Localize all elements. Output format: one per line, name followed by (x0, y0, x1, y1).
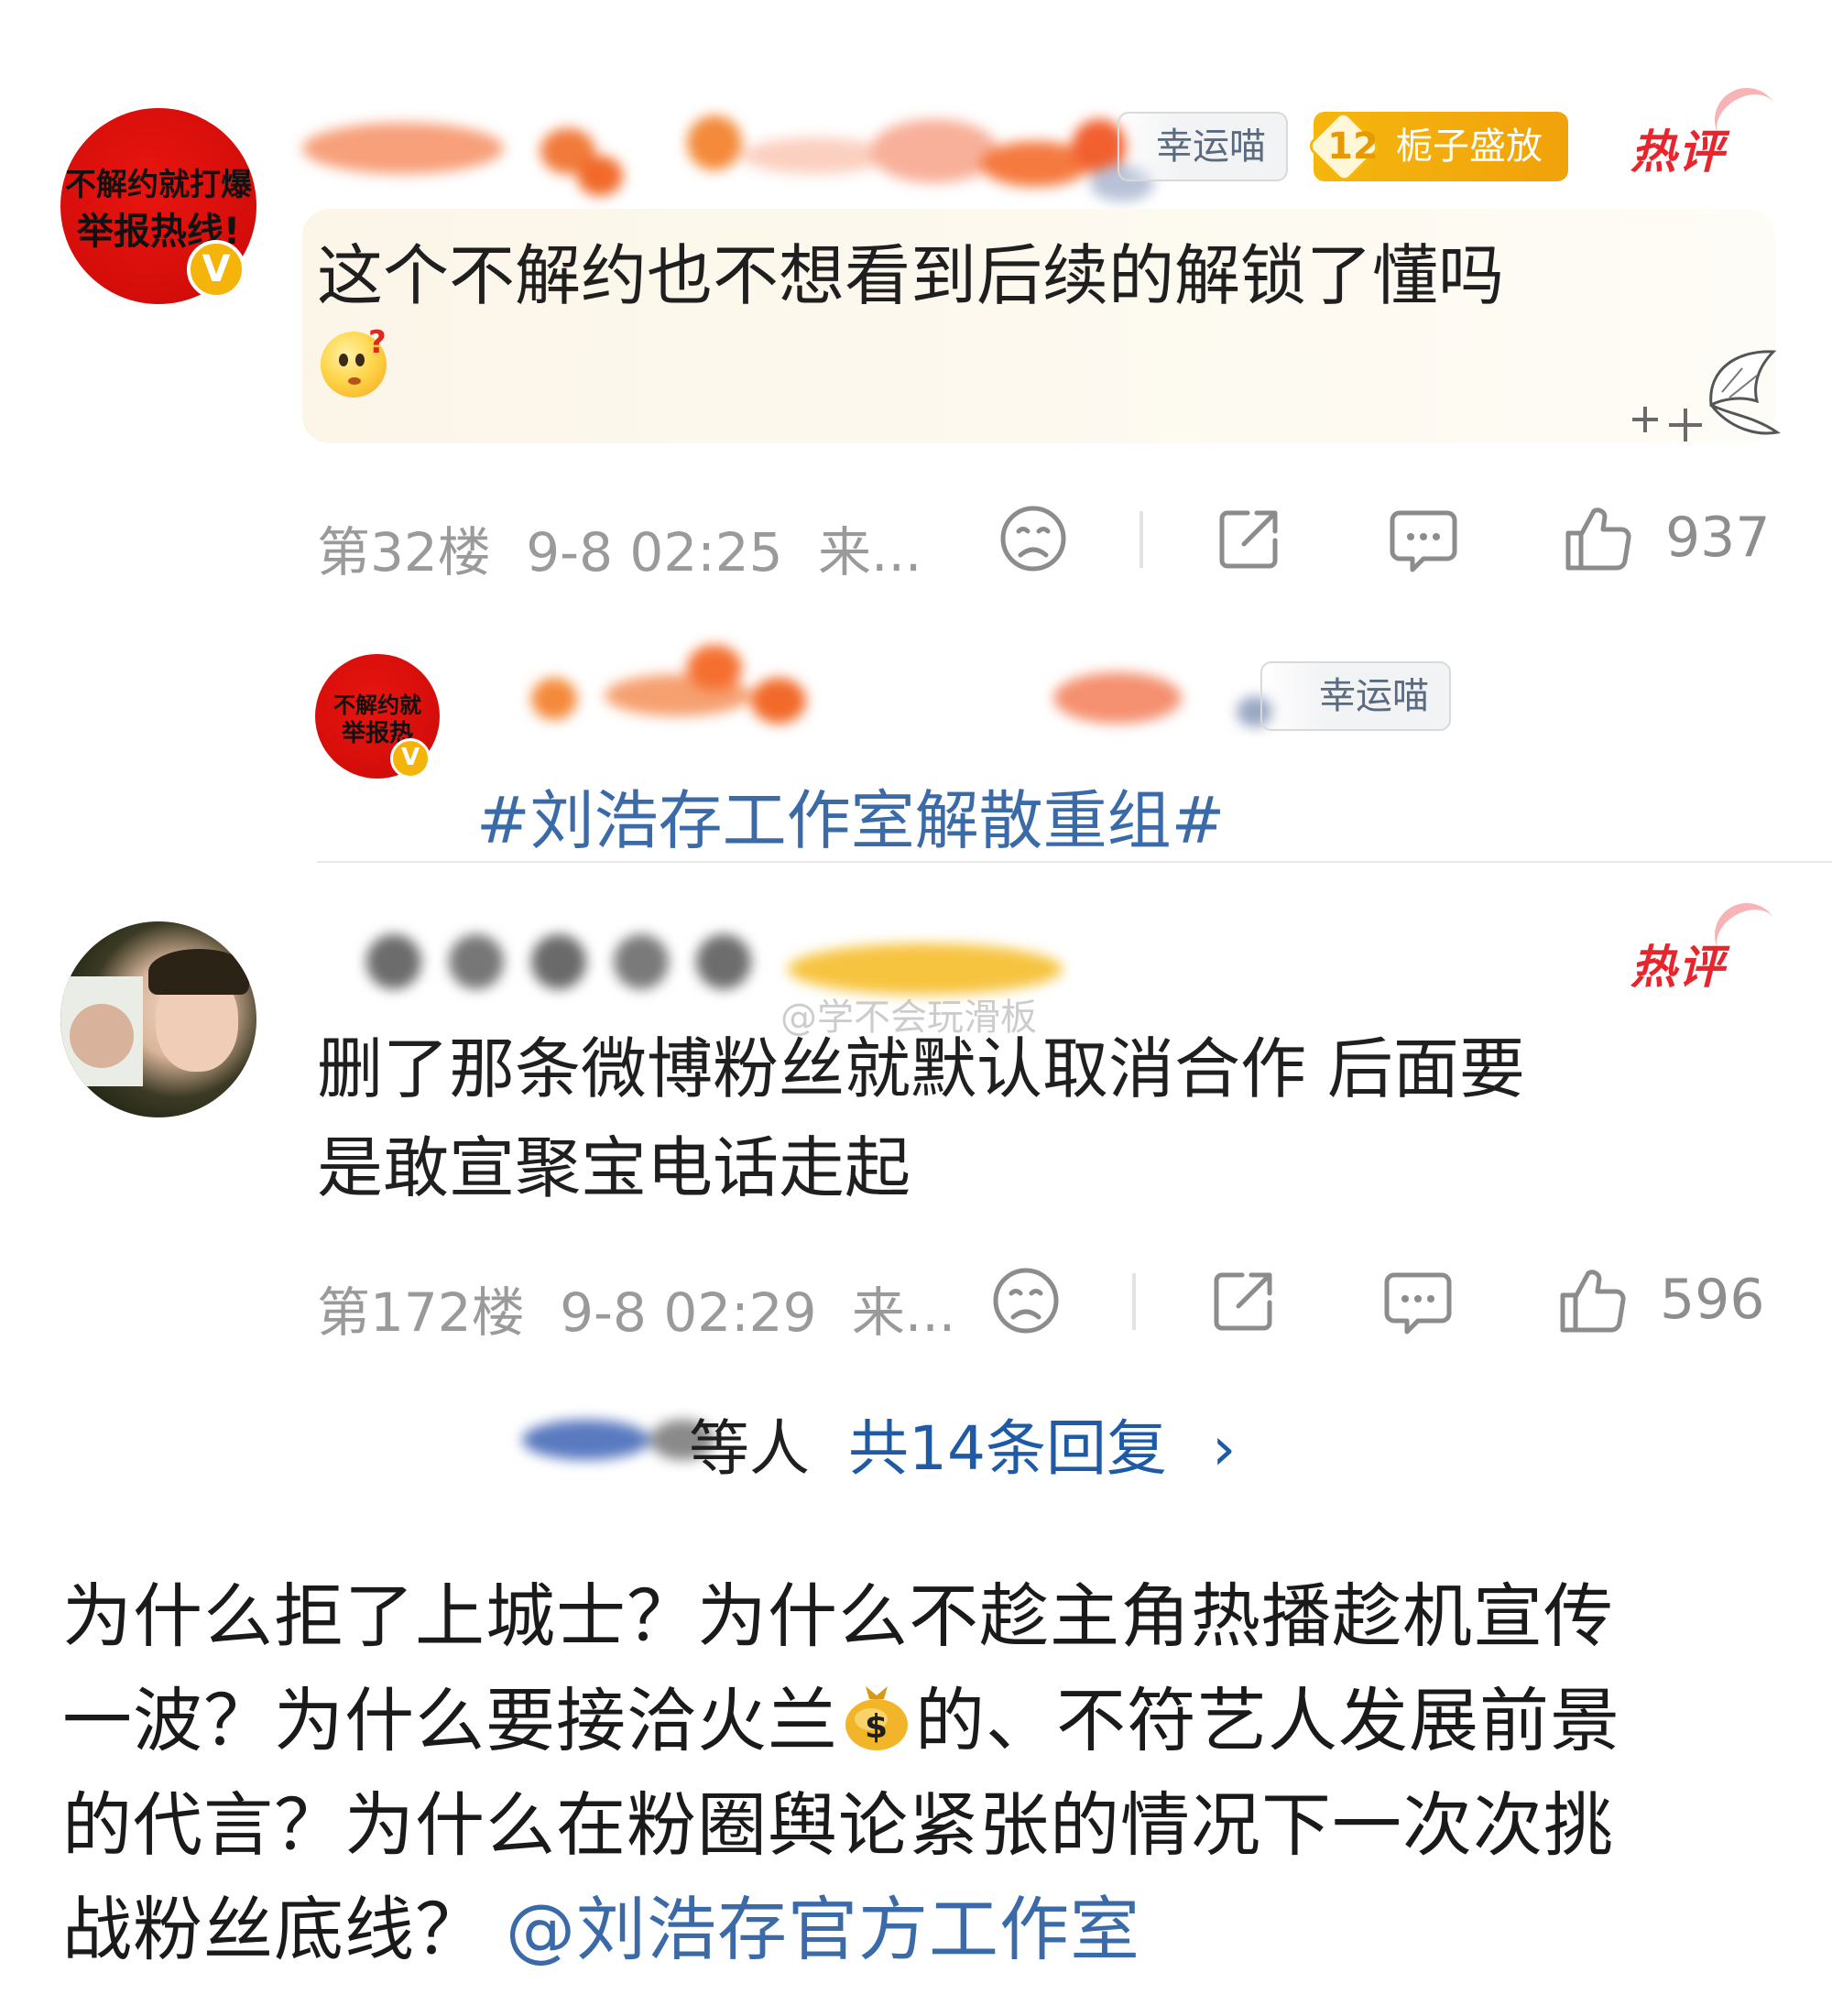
hot-comment-badge: 热评 (1630, 125, 1726, 179)
username-redacted[interactable] (266, 101, 1172, 202)
comment-source[interactable]: 来... (852, 1281, 955, 1344)
chevron-right-icon: › (1211, 1413, 1237, 1484)
svg-text:$: $ (865, 1708, 889, 1746)
topic-hashtag-link[interactable]: #刘浩存工作室解散重组# (476, 769, 1225, 862)
share-icon[interactable] (1215, 504, 1284, 573)
post-line: 战粉丝底线？ @刘浩存官方工作室 (62, 1878, 1140, 1982)
reply-count: 共14条回复 (848, 1413, 1167, 1484)
lucky-tag[interactable]: 幸运喵 (1260, 661, 1451, 731)
dislike-face-icon[interactable] (991, 1266, 1061, 1335)
like-count: 596 (1660, 1268, 1765, 1332)
avatar[interactable] (60, 921, 256, 1117)
divider (1132, 1273, 1136, 1330)
verified-icon: V (187, 240, 245, 299)
comment-icon[interactable] (1387, 506, 1460, 575)
fan-level-label: 栀子盛放 (1396, 125, 1543, 168)
post-line-text: 一波？为什么要接洽火兰 (62, 1680, 838, 1761)
hot-comment-badge: 热评 (1630, 941, 1726, 994)
mention-link[interactable]: @刘浩存官方工作室 (506, 1889, 1140, 1970)
view-replies-link[interactable]: 共14条回复 › (848, 1400, 1236, 1487)
verified-icon: V (390, 738, 431, 779)
fan-level-number: 12 (1327, 125, 1379, 168)
comment-text: 是敢宣聚宝电话走起 (317, 1129, 911, 1206)
butterfly-decoration-icon (1632, 350, 1781, 441)
divider (317, 861, 1832, 863)
comment-meta: 第32楼 9-8 02:25 来... (317, 509, 921, 586)
post-line: 为什么拒了上城士？为什么不趁主角热播趁机宣传 (62, 1575, 1614, 1657)
comment-source[interactable]: 来... (818, 521, 921, 583)
fan-level-badge[interactable]: 12 栀子盛放 (1305, 108, 1568, 185)
dislike-face-icon[interactable] (998, 504, 1068, 573)
divider (1140, 511, 1143, 568)
avatar-text-line: 不解约就打爆 (65, 167, 252, 203)
reply-username-redacted[interactable] (513, 632, 1273, 733)
post-line: 一波？为什么要接洽火兰 $ 的、不符艺人发展前景 (62, 1669, 1620, 1773)
post-line: 的代言？为什么在粉圈舆论紧张的情况下一次次挑 (62, 1784, 1614, 1866)
weibo-watermark: @学不会玩滑板 (780, 997, 1037, 1039)
like-thumb-icon[interactable] (1555, 1264, 1629, 1337)
money-bag-icon: $ (838, 1677, 915, 1754)
comment-time: 9-8 02:29 (560, 1281, 817, 1344)
like-count: 937 (1665, 506, 1771, 570)
comment-time: 9-8 02:25 (526, 521, 783, 583)
post-line-text: 战粉丝底线？ (62, 1889, 485, 1970)
post-line-text: 的、不符艺人发展前景 (915, 1680, 1620, 1761)
like-thumb-icon[interactable] (1561, 502, 1634, 575)
comment-text: 这个不解约也不想看到后续的解锁了懂吗 (317, 237, 1505, 314)
replier-suffix: 等人 (689, 1413, 810, 1484)
floor-number: 第172楼 (317, 1281, 525, 1344)
confused-emoji-icon: ? (321, 324, 387, 398)
comment-icon[interactable] (1381, 1268, 1455, 1337)
comment-meta: 第172楼 9-8 02:29 来... (317, 1270, 955, 1346)
floor-number: 第32楼 (317, 521, 491, 583)
share-icon[interactable] (1209, 1266, 1279, 1335)
lucky-tag[interactable]: 幸运喵 (1118, 112, 1288, 181)
